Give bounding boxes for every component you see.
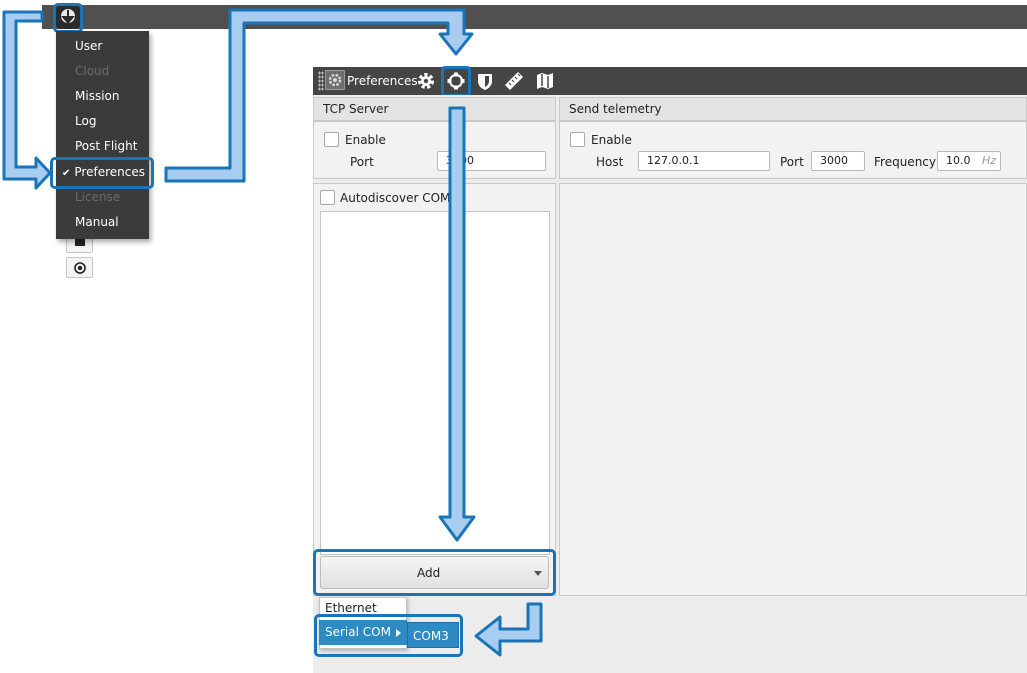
arrow-logo-to-preferences	[2, 10, 52, 190]
arrow-add-to-serial	[474, 602, 543, 657]
arrow-tab-to-add	[438, 106, 476, 542]
arrow-preferences-to-tab	[164, 8, 474, 183]
tutorial-arrows	[2, 8, 543, 657]
